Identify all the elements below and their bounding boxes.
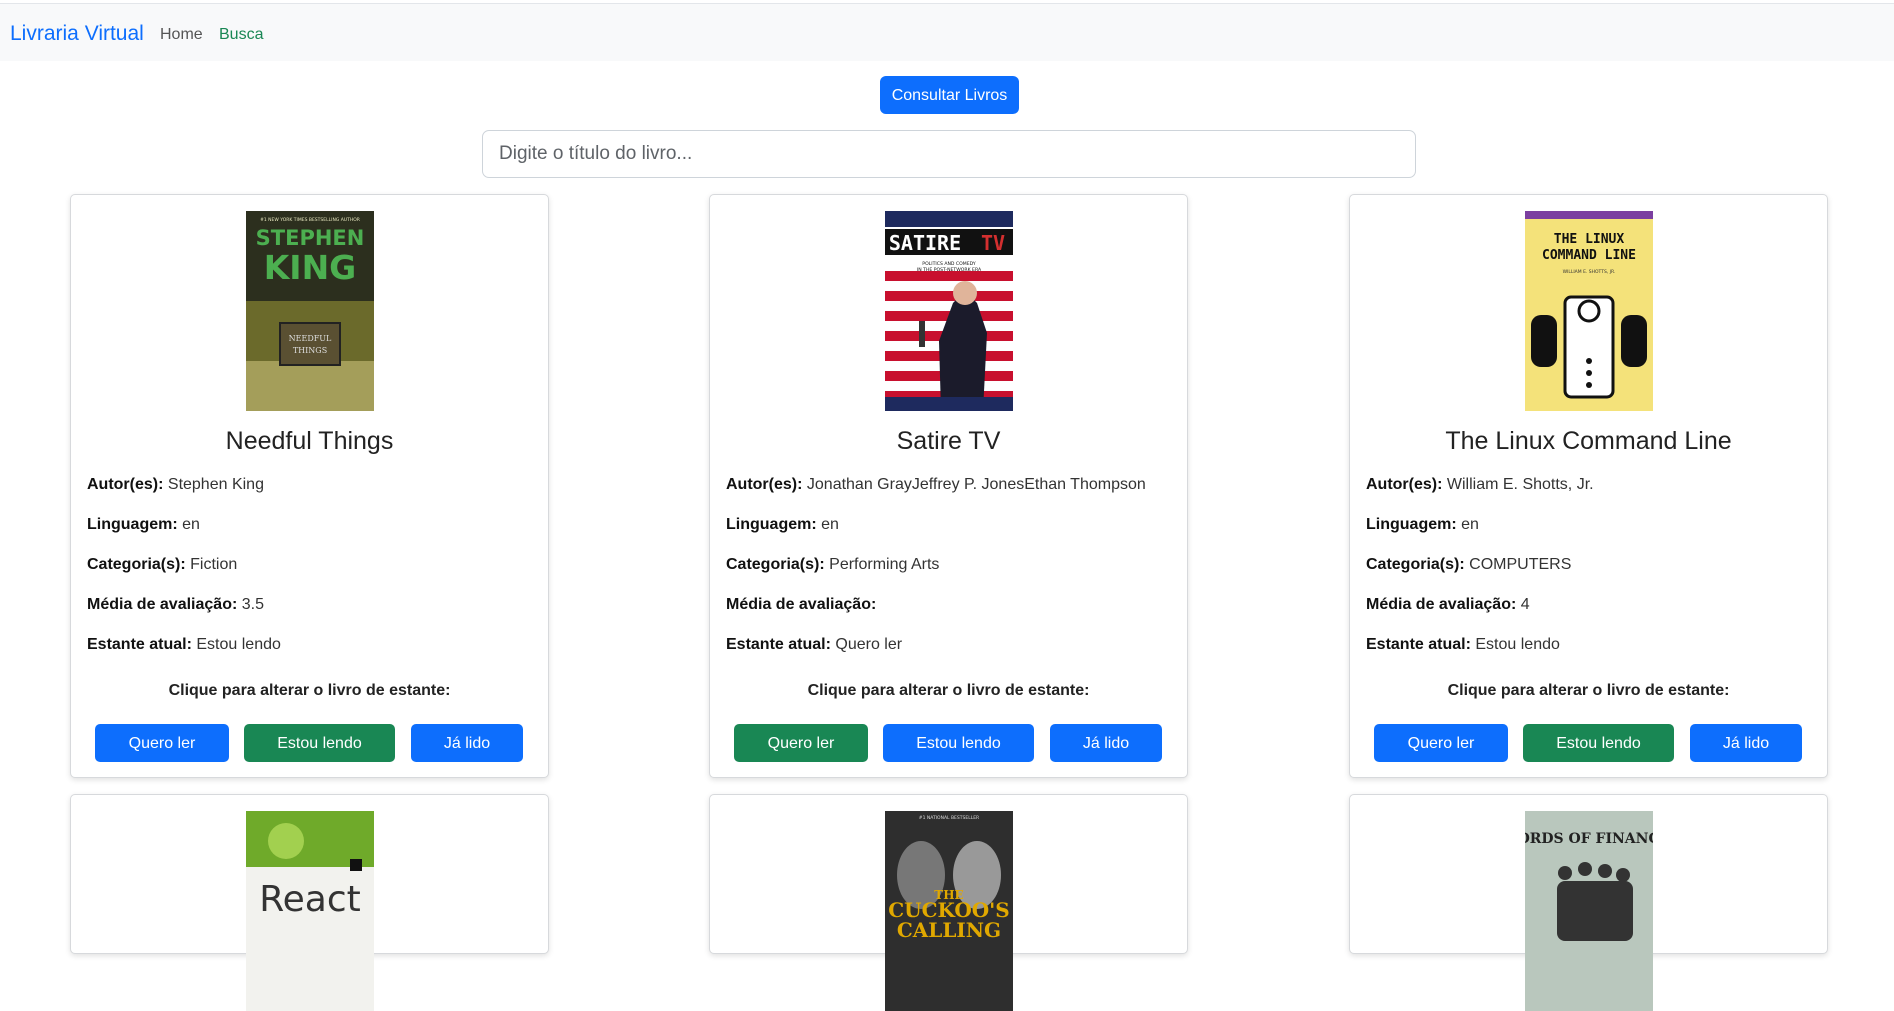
quero-ler-button[interactable]: Quero ler [1374,724,1508,762]
estou-lendo-button[interactable]: Estou lendo [1523,724,1674,762]
cover-text: WILLIAM E. SHOTTS, JR. [1563,269,1616,275]
book-card: #1 NEW YORK TIMES BESTSELLING AUTHOR STE… [70,194,549,778]
ja-lido-button[interactable]: Já lido [1690,724,1802,762]
search-input[interactable] [482,130,1416,178]
cover-text: LORDS OF FINANCE [1525,831,1653,847]
book-title: Needful Things [225,427,394,455]
book-language: Linguagem: en [726,516,839,533]
cover-text: #1 NEW YORK TIMES BESTSELLING AUTHOR [260,217,360,223]
book-language: Linguagem: en [1366,516,1479,533]
brand-link[interactable]: Livraria Virtual [10,22,144,46]
cover-text: THE LINUX [1554,232,1625,247]
cover-text: COMMAND LINE [1542,248,1636,263]
book-authors: Autor(es): William E. Shotts, Jr. [1366,476,1594,493]
book-title: The Linux Command Line [1445,427,1732,455]
book-shelf: Estante atual: Quero ler [726,636,903,653]
book-card: React [70,794,549,1011]
cover-text: IN THE POST-NETWORK ERA [917,267,982,273]
book-card: #1 NATIONAL BESTSELLER THE CUCKOO'S CALL… [709,794,1188,1011]
cover-text: THINGS [293,346,327,355]
book-rating: Média de avaliação: 4 [1366,596,1530,613]
book-shelf: Estante atual: Estou lendo [1366,636,1560,653]
ja-lido-button[interactable]: Já lido [411,724,523,762]
book-rating: Média de avaliação: [726,596,877,613]
quero-ler-button[interactable]: Quero ler [734,724,868,762]
estou-lendo-button[interactable]: Estou lendo [244,724,395,762]
navbar: Livraria Virtual Home Busca [0,3,1894,61]
cover-text: SATIRE [889,231,961,255]
quero-ler-button[interactable]: Quero ler [95,724,229,762]
cover-text: React [259,879,361,920]
book-card: THE LINUX COMMAND LINE WILLIAM E. SHOTTS… [1349,194,1828,778]
nav-home-link[interactable]: Home [160,26,203,44]
book-cover-image: React [246,811,374,1011]
nav-busca-link[interactable]: Busca [219,26,263,44]
cover-text: #1 NATIONAL BESTSELLER [919,815,979,821]
estou-lendo-button[interactable]: Estou lendo [883,724,1034,762]
book-rating: Média de avaliação: 3.5 [87,596,264,613]
cover-text: KING [264,248,357,287]
book-cover-image: THE LINUX COMMAND LINE WILLIAM E. SHOTTS… [1525,211,1653,411]
book-authors: Autor(es): Jonathan GrayJeffrey P. Jones… [726,476,1146,493]
consultar-livros-button[interactable]: Consultar Livros [880,76,1019,114]
book-categories: Categoria(s): COMPUTERS [1366,556,1572,573]
cover-text: CALLING [897,918,1001,942]
book-cover-image: #1 NATIONAL BESTSELLER THE CUCKOO'S CALL… [885,811,1013,1011]
shelf-prompt: Clique para alterar o livro de estante: [807,682,1090,699]
shelf-prompt: Clique para alterar o livro de estante: [1447,682,1730,699]
book-card: SATIRE TV POLITICS AND COMEDY IN THE POS… [709,194,1188,778]
book-categories: Categoria(s): Fiction [87,556,238,573]
book-categories: Categoria(s): Performing Arts [726,556,940,573]
book-authors: Autor(es): Stephen King [87,476,264,493]
book-cover-image: LORDS OF FINANCE [1525,811,1653,1011]
book-cover-image: #1 NEW YORK TIMES BESTSELLING AUTHOR STE… [246,211,374,411]
book-language: Linguagem: en [87,516,200,533]
book-cover-image: SATIRE TV POLITICS AND COMEDY IN THE POS… [885,211,1013,411]
cover-text: NEEDFUL [289,334,332,343]
cover-text: TV [981,231,1005,255]
book-shelf: Estante atual: Estou lendo [87,636,281,653]
book-title: Satire TV [896,427,1001,455]
shelf-prompt: Clique para alterar o livro de estante: [168,682,451,699]
book-card: LORDS OF FINANCE [1349,794,1828,1011]
cover-text: STEPHEN [256,226,365,250]
cover-text: POLITICS AND COMEDY [922,261,976,267]
ja-lido-button[interactable]: Já lido [1050,724,1162,762]
